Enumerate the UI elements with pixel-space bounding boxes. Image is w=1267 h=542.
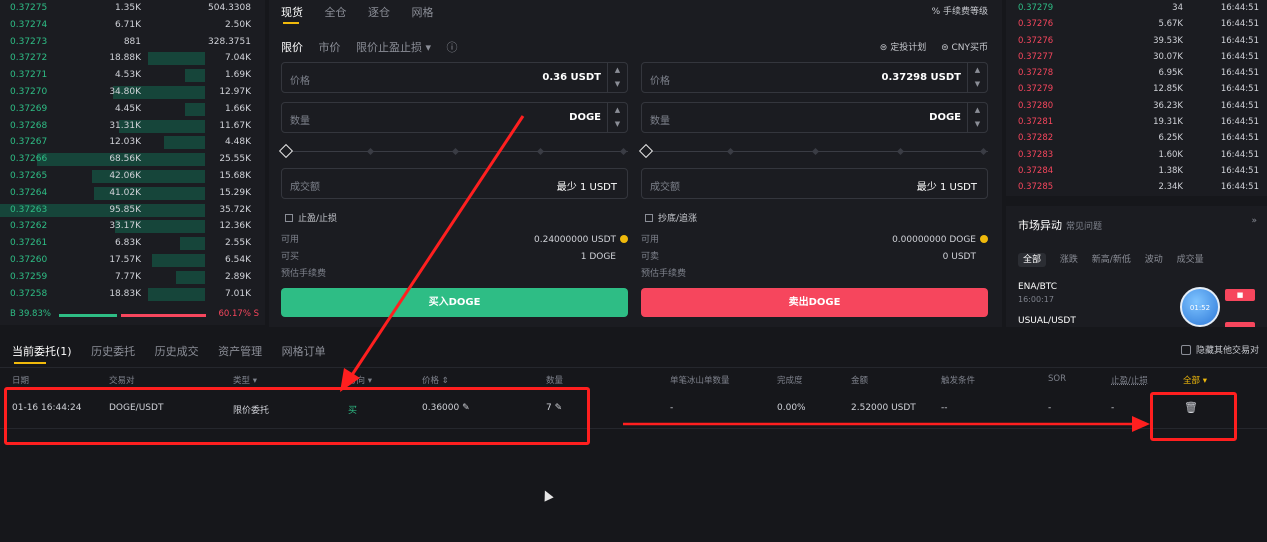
orderbook-price: 0.37274 — [10, 19, 48, 30]
orderbook-rows: 0.37275 1.35K 504.3308 0.37274 6.71K 2.50K 0.3… — [0, 0, 265, 302]
orderbook-total: 1.69K — [225, 70, 251, 81]
orderbook-qty: 34.80K — [109, 86, 141, 97]
orderbook-total: 328.3751 — [208, 36, 251, 47]
orderbook-qty: 4.45K — [115, 103, 141, 114]
orderbook-qty: 12.03K — [109, 137, 141, 148]
orderbook-total: 1.66K — [225, 103, 251, 114]
orderbook-qty: 42.06K — [109, 170, 141, 181]
orderbook-qty: 68.56K — [109, 154, 141, 165]
orderbook-price: 0.37258 — [10, 288, 48, 299]
orderbook-price: 0.37259 — [10, 271, 48, 282]
orderbook-qty: 31.31K — [109, 120, 141, 131]
arrow-head — [1132, 416, 1150, 432]
orderbook-price: 0.37269 — [10, 103, 48, 114]
arrow-line — [348, 115, 525, 379]
orderbook-qty: 18.88K — [109, 53, 141, 64]
orderbook-row[interactable]: 0.37268 31.31K 11.67K — [0, 118, 265, 135]
orderbook-qty: 4.53K — [115, 70, 141, 81]
orderbook-row[interactable]: 0.37274 6.71K 2.50K — [0, 17, 265, 34]
orderbook-total: 7.01K — [225, 288, 251, 299]
orderbook-price: 0.37273 — [10, 36, 48, 47]
orderbook-row[interactable]: 0.37260 17.57K 6.54K — [0, 252, 265, 269]
orderbook-total: 15.29K — [219, 187, 251, 198]
orderbook-qty: 95.85K — [109, 204, 141, 215]
orderbook-total: 7.04K — [225, 53, 251, 64]
orderbook-qty: 6.71K — [115, 19, 141, 30]
orderbook-total: 35.72K — [219, 204, 251, 215]
orderbook-price: 0.37272 — [10, 53, 48, 64]
orderbook-price: 0.37265 — [10, 170, 48, 181]
orderbook-total: 11.67K — [219, 120, 251, 131]
orderbook-total: 2.50K — [225, 19, 251, 30]
orderbook-row[interactable]: 0.37259 7.77K 2.89K — [0, 269, 265, 286]
orderbook-row[interactable]: 0.37266 68.56K 25.55K — [0, 151, 265, 168]
orderbook-qty: 18.83K — [109, 288, 141, 299]
orderbook-qty: 17.57K — [109, 254, 141, 265]
orderbook-total: 25.55K — [219, 154, 251, 165]
annotation-arrows — [340, 115, 1150, 432]
orderbook-price: 0.37260 — [10, 254, 48, 265]
orderbook-qty: 6.83K — [115, 238, 141, 249]
orderbook-row[interactable]: 0.37263 95.85K 35.72K — [0, 202, 265, 219]
orderbook-row[interactable]: 0.37265 42.06K 15.68K — [0, 168, 265, 185]
orderbook-total: 2.55K — [225, 238, 251, 249]
orderbook-total: 12.36K — [219, 221, 251, 232]
orderbook-panel: 0.37275 1.35K 504.3308 0.37274 6.71K 2.50K 0.3… — [0, 0, 265, 325]
orderbook-qty: 881 — [123, 36, 141, 47]
orderbook-qty: 33.17K — [109, 221, 141, 232]
orderbook-price: 0.37267 — [10, 137, 48, 148]
orderbook-row[interactable]: 0.37275 1.35K 504.3308 — [0, 0, 265, 17]
orderbook-total: 504.3308 — [208, 3, 251, 13]
orderbook-row[interactable]: 0.37267 12.03K 4.48K — [0, 134, 265, 151]
trading-screen: { "orderbook_left": { "rows": [ {"price"… — [0, 0, 1267, 542]
orderbook-qty: 7.77K — [115, 271, 141, 282]
orderbook-qty: 41.02K — [109, 187, 141, 198]
orderbook-row[interactable]: 0.37261 6.83K 2.55K — [0, 235, 265, 252]
orderbook-price: 0.37266 — [10, 154, 48, 165]
orderbook-row[interactable]: 0.37271 4.53K 1.69K — [0, 67, 265, 84]
orderbook-price: 0.37262 — [10, 221, 48, 232]
orderbook-row[interactable]: 0.37262 33.17K 12.36K — [0, 218, 265, 235]
orderbook-row[interactable]: 0.37258 18.83K 7.01K — [0, 286, 265, 303]
orderbook-row[interactable]: 0.37264 41.02K 15.29K — [0, 185, 265, 202]
arrow-head — [340, 368, 360, 392]
orderbook-price: 0.37264 — [10, 187, 48, 198]
orderbook-total: 6.54K — [225, 254, 251, 265]
orderbook-total: 4.48K — [225, 137, 251, 148]
orderbook-price: 0.37271 — [10, 70, 48, 81]
orderbook-qty: 1.35K — [115, 3, 141, 13]
orderbook-price: 0.37270 — [10, 86, 48, 97]
orderbook-total: 15.68K — [219, 170, 251, 181]
orderbook-row[interactable]: 0.37269 4.45K 1.66K — [0, 101, 265, 118]
orderbook-price: 0.37261 — [10, 238, 48, 249]
orderbook-price: 0.37275 — [10, 3, 48, 13]
orderbook-total: 2.89K — [225, 271, 251, 282]
orderbook-row[interactable]: 0.37272 18.88K 7.04K — [0, 50, 265, 67]
orderbook-row[interactable]: 0.37270 34.80K 12.97K — [0, 84, 265, 101]
orderbook-price: 0.37268 — [10, 120, 48, 131]
orderbook-total: 12.97K — [219, 86, 251, 97]
orderbook-price: 0.37263 — [10, 204, 48, 215]
orderbook-row[interactable]: 0.37273 881 328.3751 — [0, 34, 265, 51]
